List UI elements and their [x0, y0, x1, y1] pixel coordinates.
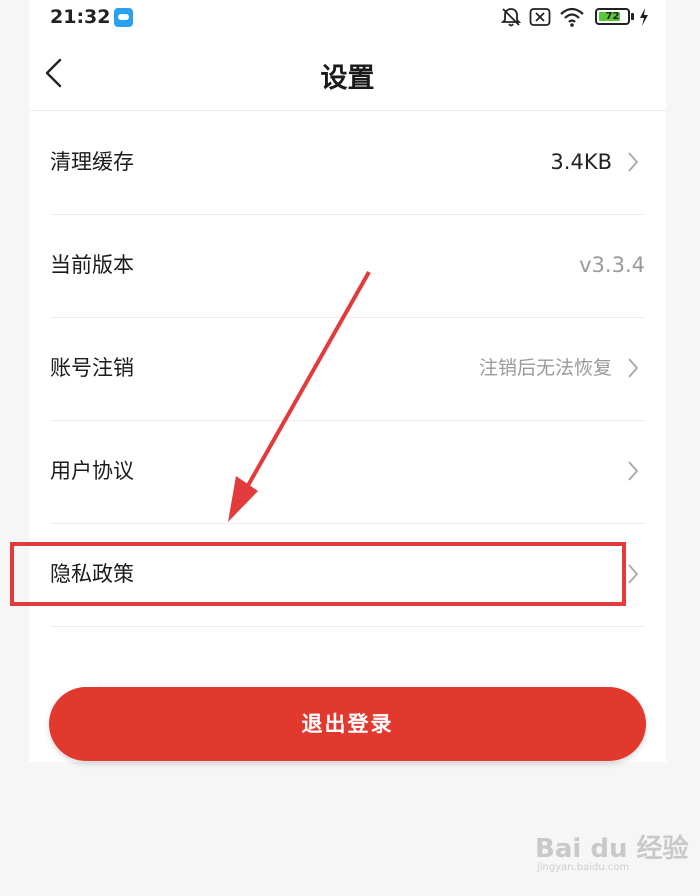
chevron-right-icon — [628, 564, 639, 584]
watermark-logo: Bai du 经验 — [535, 834, 689, 864]
battery-icon: 72 — [595, 8, 630, 25]
privacy-policy-row[interactable]: 隐私政策 — [50, 523, 645, 627]
page-title: 设置 — [320, 63, 375, 94]
status-time: 21:32 — [50, 6, 111, 28]
charging-icon — [640, 8, 648, 26]
clear-cache-label: 清理缓存 — [50, 150, 134, 174]
account-cancel-label: 账号注销 — [50, 356, 134, 380]
version-value: v3.3.4 — [579, 253, 645, 277]
app-header: 设置 — [29, 36, 666, 111]
battery-level: 72 — [605, 11, 620, 22]
watermark-url: jingyan.baidu.com — [537, 862, 630, 873]
chevron-right-icon — [628, 461, 639, 481]
account-cancel-row[interactable]: 账号注销 注销后无法恢复 — [50, 317, 645, 421]
phone-screen: 21:32 72 设置 清理缓存 3.4KB 当前版本 v3.3.4 账号注销 … — [29, 0, 666, 888]
logout-button[interactable]: 退出登录 — [49, 687, 646, 761]
user-agreement-row[interactable]: 用户协议 — [50, 420, 645, 524]
chevron-right-icon — [628, 152, 639, 172]
bell-muted-icon — [500, 8, 522, 27]
clear-cache-row[interactable]: 清理缓存 3.4KB — [50, 111, 645, 215]
account-cancel-hint: 注销后无法恢复 — [478, 357, 612, 379]
wifi-icon — [560, 7, 584, 27]
cloud-icon — [114, 8, 133, 27]
version-row: 当前版本 v3.3.4 — [50, 214, 645, 318]
version-label: 当前版本 — [50, 253, 134, 277]
battery-tip — [631, 13, 634, 20]
privacy-policy-label: 隐私政策 — [50, 562, 134, 586]
status-bar: 21:32 72 — [29, 0, 666, 36]
cache-size-value: 3.4KB — [550, 150, 612, 174]
user-agreement-label: 用户协议 — [50, 459, 134, 483]
sim-off-icon — [529, 8, 551, 26]
chevron-right-icon — [628, 358, 639, 378]
